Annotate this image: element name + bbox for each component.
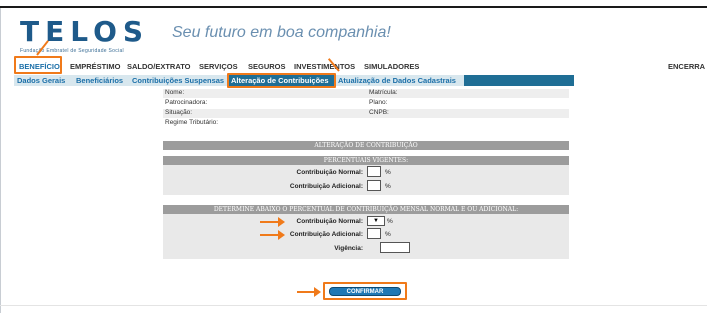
new-normal-pct: % [387, 218, 393, 225]
chevron-down-icon: ▼ [373, 218, 379, 224]
confirm-button[interactable]: CONFIRMAR [329, 287, 401, 296]
info-row-patrocinadora: Patrocinadora: Plano: [163, 99, 569, 108]
arrow-to-normal [260, 217, 285, 227]
new-normal-select[interactable]: ▼ [367, 216, 385, 226]
tab-atualizacao-dados[interactable]: Atualização de Dados Cadastrais [338, 76, 456, 85]
current-title: PERCENTUAIS VIGENTES: [163, 156, 569, 165]
current-normal-label: Contribuição Normal: [296, 169, 363, 176]
current-additional-field [367, 180, 381, 191]
current-normal-pct: % [385, 169, 391, 176]
current-additional-label: Contribuição Adicional: [289, 183, 363, 190]
current-normal-field [367, 166, 381, 177]
label-regime: Regime Tributário: [165, 119, 219, 126]
label-nome: Nome: [165, 89, 185, 96]
main-menu: BENEFÍCIO EMPRÉSTIMO SALDO/EXTRATO SERVI… [16, 60, 707, 73]
highlight-beneficio [14, 56, 62, 74]
info-row-situacao: Situação: CNPB: [163, 109, 569, 118]
info-row-nome: Nome: Matrícula: [163, 89, 569, 98]
new-additional-input[interactable] [367, 228, 381, 239]
new-additional-pct: % [385, 231, 391, 238]
label-plano: Plano: [369, 99, 388, 106]
vigencia-input[interactable] [380, 242, 410, 253]
label-situacao: Situação: [165, 109, 193, 116]
tab-contribuicoes-suspensas[interactable]: Contribuições Suspensas [132, 76, 224, 85]
logout-link[interactable]: ENCERRA [668, 62, 705, 71]
menu-item-emprestimo[interactable]: EMPRÉSTIMO [70, 62, 120, 71]
arrow-to-additional [260, 230, 285, 240]
current-additional-pct: % [385, 183, 391, 190]
label-patrocinadora: Patrocinadora: [165, 99, 208, 106]
current-body [163, 165, 569, 195]
new-title: DETERMINE ABAIXO O PERCENTUAL DE CONTRIB… [163, 205, 569, 214]
new-body [163, 214, 569, 259]
tab-beneficiarios[interactable]: Beneficiários [76, 76, 123, 85]
menu-item-simuladores[interactable]: SIMULADORES [364, 62, 419, 71]
logo-wordmark: TELOS [20, 15, 150, 48]
menu-item-saldo-extrato[interactable]: SALDO/EXTRATO [127, 62, 190, 71]
menu-item-investimentos[interactable]: INVESTIMENTOS [294, 62, 355, 71]
menu-item-servicos[interactable]: SERVIÇOS [199, 62, 238, 71]
label-cnpb: CNPB: [369, 109, 389, 116]
highlight-alteracao-tab [227, 73, 336, 88]
section-title: ALTERAÇÃO DE CONTRIBUIÇÃO [163, 141, 569, 150]
bottom-divider [0, 305, 707, 306]
slogan: Seu futuro em boa companhia! [172, 24, 391, 41]
menu-item-seguros[interactable]: SEGUROS [248, 62, 286, 71]
arrow-to-confirm [297, 287, 321, 297]
label-matricula: Matrícula: [369, 89, 398, 96]
info-row-regime: Regime Tributário: [163, 119, 569, 128]
tab-dados-gerais[interactable]: Dados Gerais [17, 76, 65, 85]
vigencia-label: Vigência: [334, 245, 363, 252]
